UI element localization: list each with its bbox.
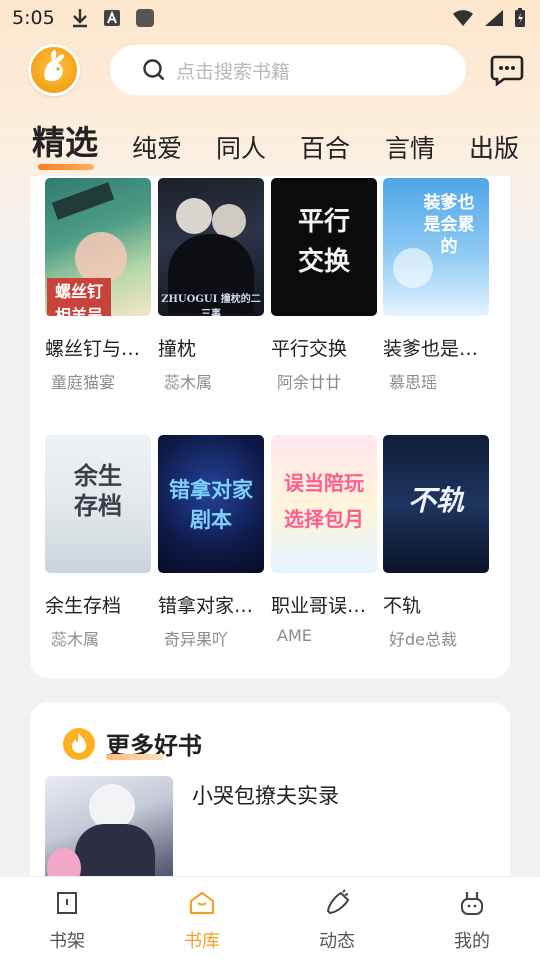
search-placeholder: 点击搜索书籍 [176, 60, 291, 83]
active-tab-indicator [38, 164, 94, 170]
book-item[interactable]: 不轨 不轨 好de总裁 [383, 435, 489, 650]
status-time: 5:05 [12, 7, 55, 29]
book-item[interactable]: 平行交换 平行交换 阿余廿廿 [271, 178, 377, 393]
book-author: 慕思瑶 [389, 373, 438, 392]
cover-title-text: 错拿对家剧本 [169, 477, 253, 532]
book-cover[interactable]: 平行交换 [271, 178, 377, 316]
nav-label: 动态 [319, 931, 355, 952]
message-icon[interactable] [490, 54, 524, 86]
bookshelf-icon [57, 892, 77, 914]
book-title: 装爹也是… [383, 338, 479, 360]
cover-title-text: 装爹也是会累的 [423, 193, 475, 257]
book-title: 错拿对家… [158, 595, 254, 617]
search-bar[interactable]: 点击搜索书籍 [110, 45, 466, 95]
section-title-underline [106, 754, 164, 760]
app-logo[interactable] [28, 44, 80, 96]
rabbit-logo-icon [44, 50, 65, 82]
book-cover[interactable]: 不轨 [383, 435, 489, 573]
signal-icon [485, 10, 503, 26]
cover-title-text: 螺丝钉 相羊吴 [47, 278, 111, 316]
cover-title-text: 平行交换 [297, 207, 350, 277]
bottom-navigation: 书架 书库 动态 我的 [0, 876, 540, 960]
book-item[interactable]: 装爹也是会累的 装爹也是… 慕思瑶 [383, 178, 489, 393]
book-author: 阿余廿廿 [277, 373, 342, 392]
more-books-card: 更多好书 小哭包撩夫实录 [30, 702, 510, 902]
book-author: 奇异果吖 [164, 630, 229, 649]
book-cover[interactable]: 装爹也是会累的 [383, 178, 489, 316]
app-header: 点击搜索书籍 [0, 42, 540, 100]
book-cover[interactable]: 误当陪玩 选择包月 [271, 435, 377, 573]
tab-featured[interactable]: 精选 [32, 118, 98, 168]
book-author: 好de总裁 [389, 630, 458, 649]
book-item[interactable]: 错拿对家剧本 错拿对家… 奇异果吖 [158, 435, 264, 650]
cover-title-text: 误当陪玩 选择包月 [284, 471, 364, 531]
book-author: 蕊木属 [51, 630, 100, 649]
tab-romance[interactable]: 言情 [385, 124, 435, 174]
cover-title-text: 不轨 [407, 484, 464, 517]
book-author: 蕊木属 [164, 373, 213, 392]
tab-gl[interactable]: 百合 [300, 124, 350, 174]
library-icon [189, 891, 215, 915]
tab-fanfic[interactable]: 同人 [216, 124, 266, 174]
featured-books-card: 螺丝钉 相羊吴 螺丝钉与… 童庭猫宴 ZHUOGUI 撞枕的二三事 撞枕 蕊木属… [30, 176, 510, 678]
book-author: AME [277, 626, 312, 645]
book-item[interactable]: 螺丝钉 相羊吴 螺丝钉与… 童庭猫宴 [45, 178, 151, 393]
download-icon [72, 9, 87, 28]
profile-icon [461, 892, 483, 915]
book-title: 余生存档 [45, 595, 122, 617]
book-item[interactable]: 余生存档 余生存档 蕊木属 [45, 435, 151, 650]
book-title: 平行交换 [271, 338, 348, 360]
book-item[interactable]: 误当陪玩 选择包月 职业哥误… AME [271, 435, 377, 645]
nav-label: 书库 [184, 931, 220, 952]
book-cover[interactable]: ZHUOGUI 撞枕的二三事 [158, 178, 264, 316]
book-title: 职业哥误… [271, 595, 367, 617]
tab-bl[interactable]: 纯爱 [132, 124, 182, 174]
app-a-icon [103, 10, 120, 26]
flame-icon [63, 727, 95, 760]
nav-bookshelf[interactable]: 书架 [17, 877, 117, 960]
feed-icon [326, 889, 350, 915]
book-title: 螺丝钉与… [45, 338, 141, 360]
app-square-icon [135, 9, 154, 27]
search-icon [143, 59, 165, 81]
nav-library[interactable]: 书库 [152, 877, 252, 960]
nav-feed[interactable]: 动态 [287, 877, 387, 960]
book-author: 童庭猫宴 [51, 373, 116, 392]
status-bar: 5:05 [0, 0, 540, 36]
nav-profile[interactable]: 我的 [422, 877, 522, 960]
nav-label: 书架 [49, 931, 85, 952]
book-cover[interactable]: 螺丝钉 相羊吴 [45, 178, 151, 316]
nav-label: 我的 [454, 931, 490, 952]
recommended-book-title[interactable]: 小哭包撩夫实录 [192, 780, 339, 810]
book-cover[interactable]: 余生存档 [45, 435, 151, 573]
cover-title-text: ZHUOGUI 撞枕的二三事 [161, 294, 261, 316]
book-cover[interactable]: 错拿对家剧本 [158, 435, 264, 573]
tab-published[interactable]: 出版 [469, 124, 519, 174]
battery-icon [515, 8, 525, 27]
book-title: 撞枕 [158, 338, 197, 360]
wifi-icon [453, 10, 473, 26]
cover-title-text: 余生存档 [74, 461, 122, 520]
book-item[interactable]: ZHUOGUI 撞枕的二三事 撞枕 蕊木属 [158, 178, 264, 393]
book-title: 不轨 [383, 595, 422, 617]
